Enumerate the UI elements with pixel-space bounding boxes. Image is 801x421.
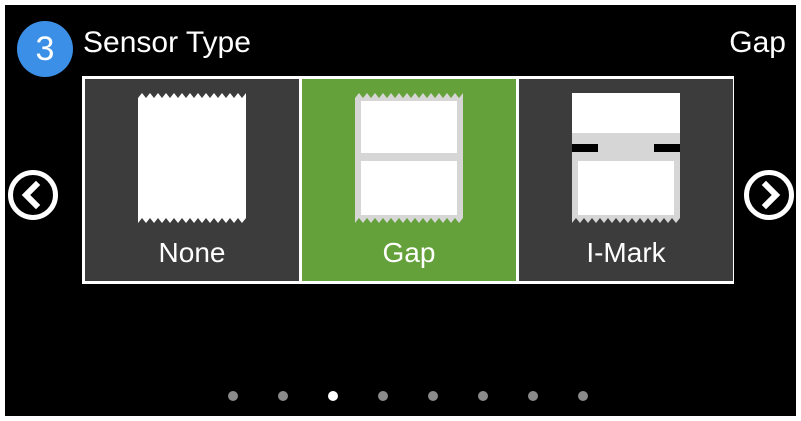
option-i-mark[interactable]: I-Mark [519,79,733,281]
label-roll-no-sensor-icon [138,93,246,223]
page-title: Sensor Type [83,26,251,59]
page-dot[interactable] [428,391,438,401]
previous-button[interactable] [8,170,58,220]
chevron-left-icon [21,180,41,210]
sensor-type-screen: 3 Sensor Type Gap None Gap I-Mark [5,5,796,416]
option-label: None [158,237,226,268]
sensor-options-carousel: None Gap I-Mark [82,76,734,284]
page-indicator [5,391,796,403]
next-button[interactable] [744,170,794,220]
page-dot[interactable] [228,391,238,401]
current-sensor-value: Gap [729,26,786,59]
step-number-badge: 3 [17,21,73,77]
page-dot-active[interactable] [328,391,338,401]
option-none[interactable]: None [85,79,299,281]
option-label: I-Mark [586,237,666,268]
label-gap-sensor-icon [355,93,463,223]
page-dot[interactable] [528,391,538,401]
chevron-right-icon [761,180,781,210]
page-dot[interactable] [578,391,588,401]
option-label: Gap [382,237,436,268]
page-dot[interactable] [478,391,488,401]
page-dot[interactable] [278,391,288,401]
label-black-mark-sensor-icon [572,93,680,223]
option-gap[interactable]: Gap [302,79,516,281]
page-dot[interactable] [378,391,388,401]
